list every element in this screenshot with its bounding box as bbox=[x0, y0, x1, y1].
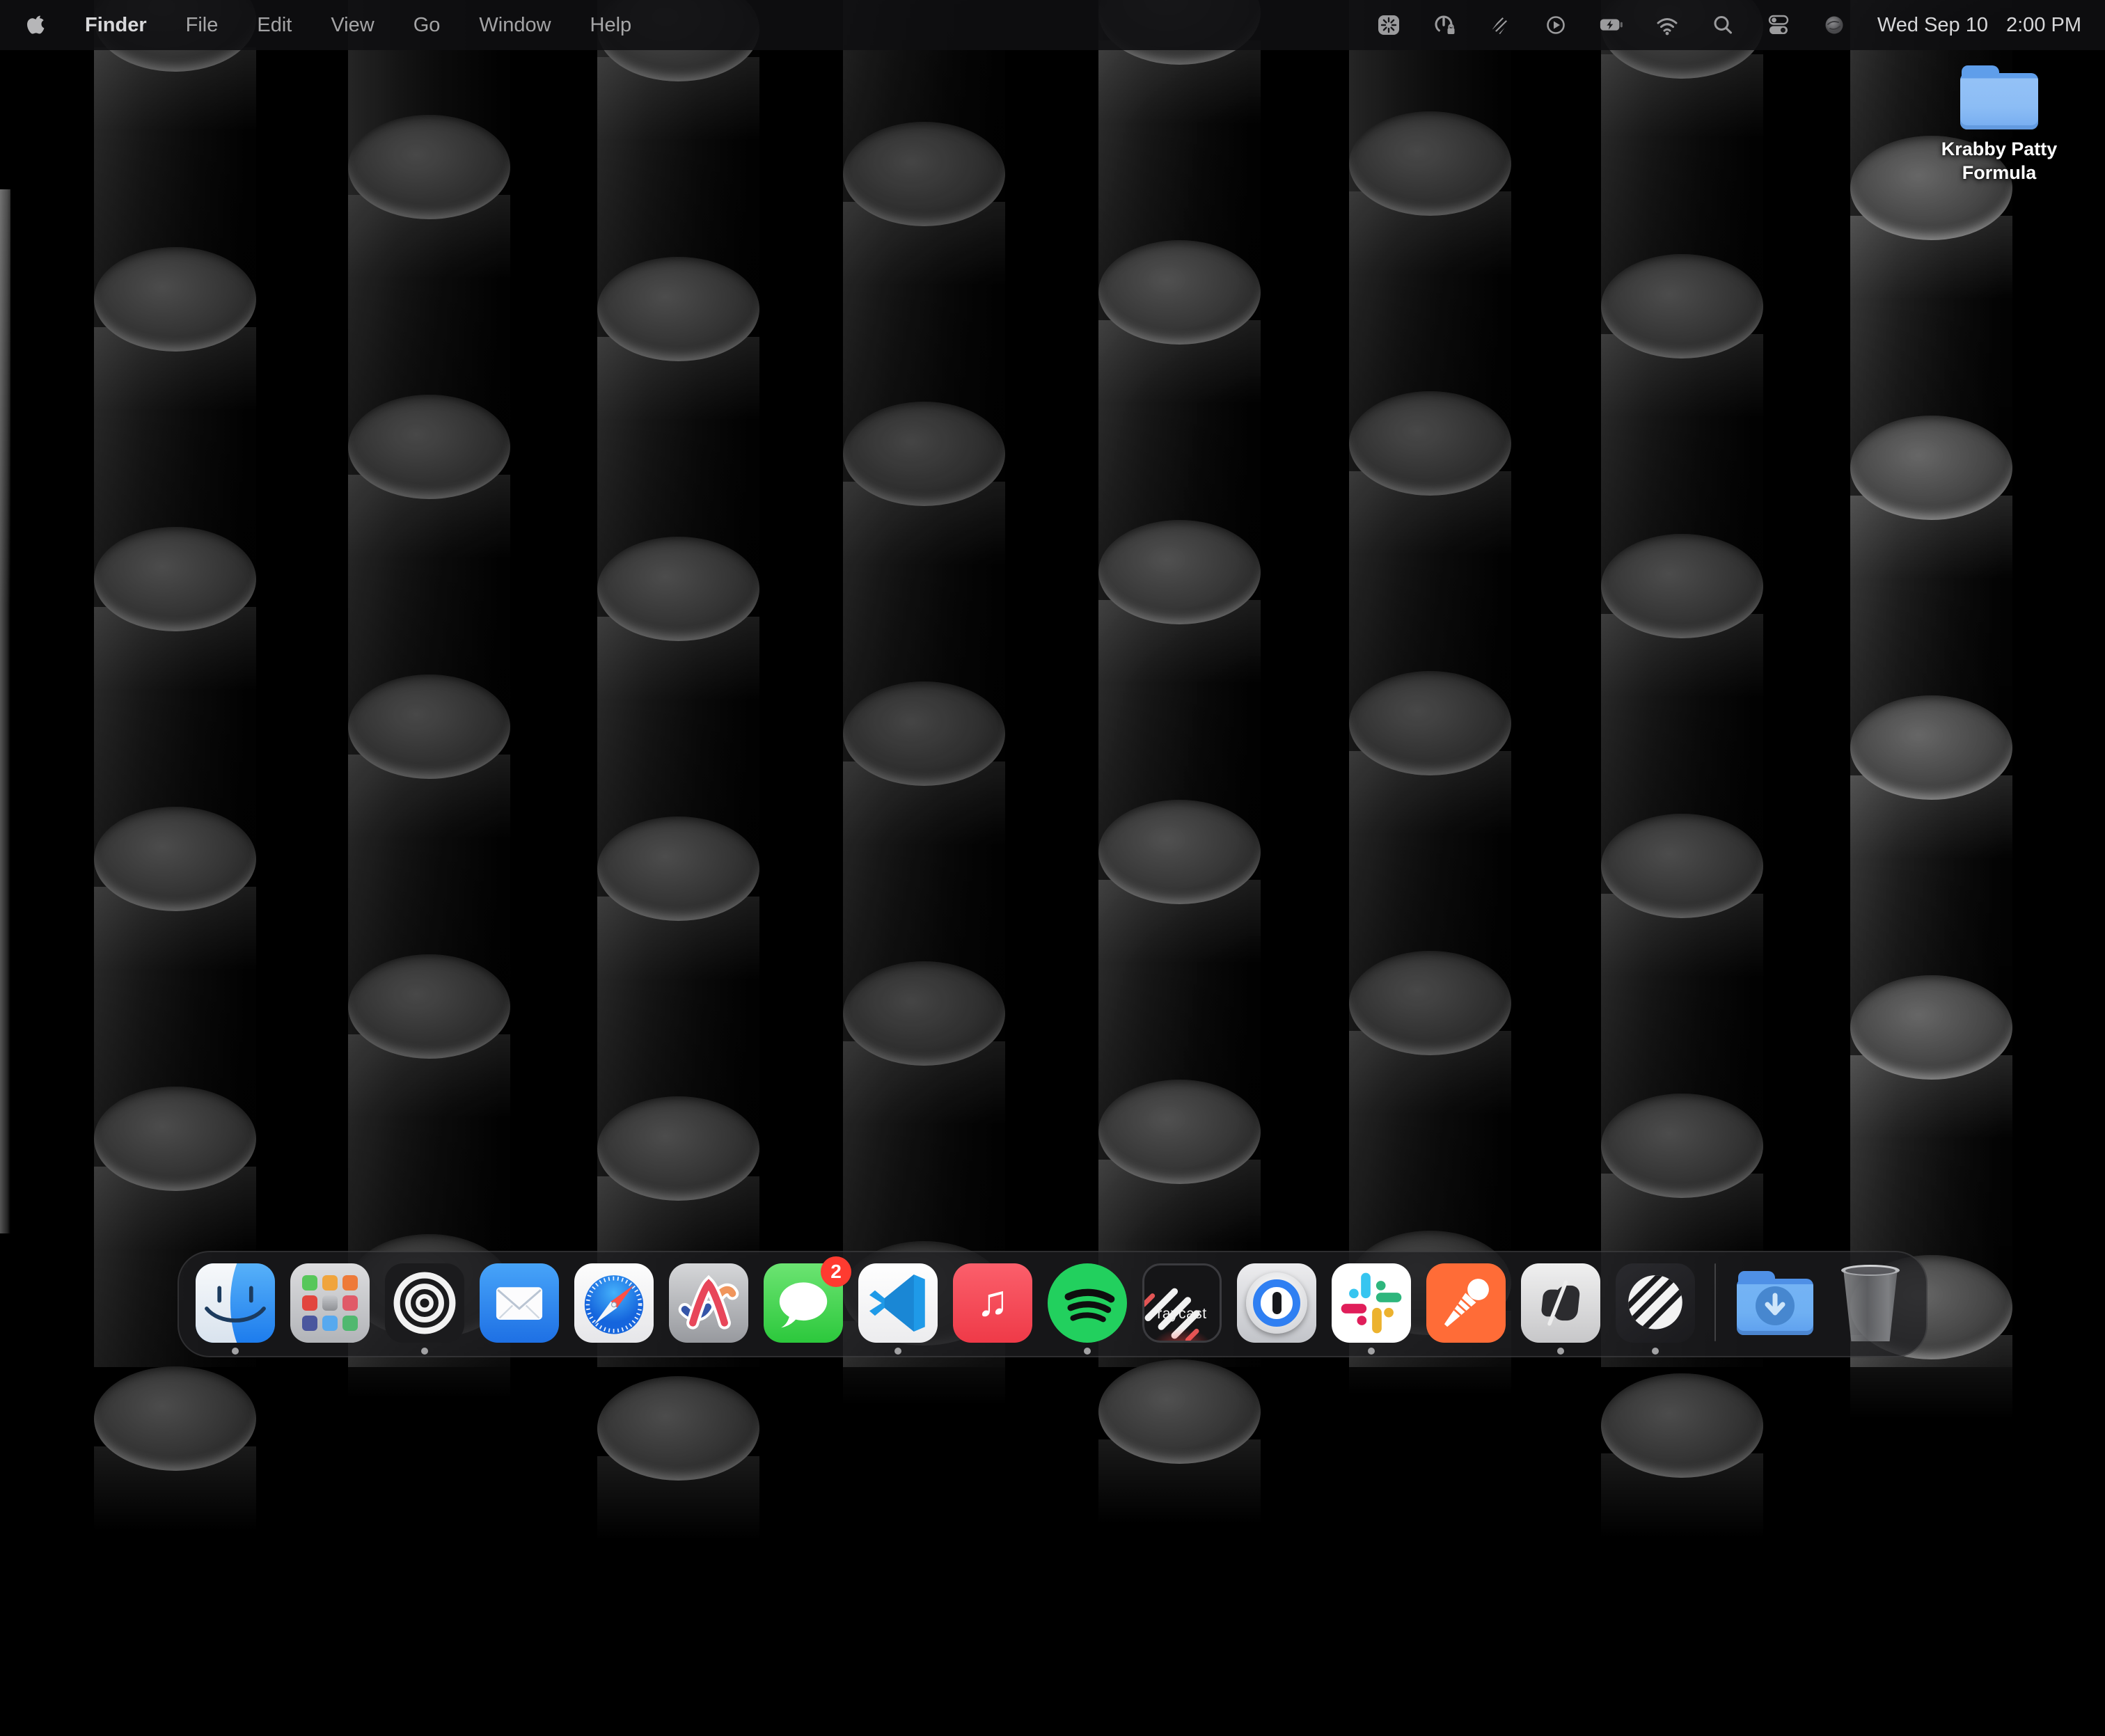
onepassword-icon bbox=[1237, 1263, 1316, 1343]
menu-go[interactable]: Go bbox=[413, 14, 441, 37]
dock-item-postman[interactable] bbox=[1426, 1263, 1506, 1355]
dock-item-slack[interactable] bbox=[1332, 1263, 1411, 1355]
running-indicator bbox=[1368, 1348, 1375, 1355]
dock-item-mail[interactable] bbox=[480, 1263, 559, 1355]
dock-item-launchpad[interactable] bbox=[290, 1263, 370, 1355]
dock-item-apple-music[interactable]: ♫ bbox=[953, 1263, 1032, 1355]
slack-icon bbox=[1332, 1263, 1411, 1343]
battery-charging-icon[interactable] bbox=[1599, 13, 1624, 38]
dock: 2 ♫ bbox=[178, 1251, 1927, 1357]
running-indicator bbox=[1557, 1348, 1564, 1355]
siri-sphere-icon[interactable] bbox=[1822, 13, 1847, 38]
running-indicator bbox=[232, 1348, 239, 1355]
dock-item-raycast[interactable]: raycast bbox=[1142, 1263, 1222, 1355]
spotlight-search-icon[interactable] bbox=[1710, 13, 1735, 38]
dock-item-app-store[interactable] bbox=[669, 1263, 748, 1355]
dock-item-d-logo-app[interactable] bbox=[1521, 1263, 1600, 1355]
running-indicator bbox=[421, 1348, 428, 1355]
menu-view[interactable]: View bbox=[331, 14, 374, 37]
desktop-folder-krabby-patty[interactable]: Krabby Patty Formula bbox=[1913, 65, 2086, 185]
dock-item-linear[interactable] bbox=[1616, 1263, 1695, 1355]
dock-separator bbox=[1714, 1263, 1716, 1341]
launchpad-icon bbox=[290, 1263, 370, 1343]
running-indicator bbox=[894, 1348, 901, 1355]
messages-icon: 2 bbox=[764, 1263, 843, 1343]
linear-icon bbox=[1616, 1263, 1695, 1343]
keys-burst-icon[interactable] bbox=[1376, 13, 1401, 38]
dock-item-vscode[interactable] bbox=[858, 1263, 938, 1355]
dock-item-safari[interactable] bbox=[574, 1263, 654, 1355]
safari-icon bbox=[574, 1263, 654, 1343]
now-playing-icon[interactable] bbox=[1543, 13, 1568, 38]
dock-item-downloads[interactable] bbox=[1735, 1263, 1815, 1355]
running-indicator bbox=[1084, 1348, 1091, 1355]
raycast-label: raycast bbox=[1144, 1306, 1220, 1323]
lock-screen-icon[interactable] bbox=[1432, 13, 1457, 38]
postman-icon bbox=[1426, 1263, 1506, 1343]
wifi-icon[interactable] bbox=[1655, 13, 1680, 38]
control-center-icon[interactable] bbox=[1766, 13, 1791, 38]
dock-item-1password[interactable] bbox=[1237, 1263, 1316, 1355]
dock-item-trash[interactable] bbox=[1830, 1263, 1909, 1355]
apple-music-icon: ♫ bbox=[953, 1263, 1032, 1343]
desktop-folder-label: Krabby Patty Formula bbox=[1941, 138, 2058, 185]
dock-item-messages[interactable]: 2 bbox=[764, 1263, 843, 1355]
dock-item-finder[interactable] bbox=[196, 1263, 275, 1355]
menu-help[interactable]: Help bbox=[590, 14, 632, 37]
trash-icon bbox=[1830, 1263, 1909, 1343]
d-logo-icon bbox=[1521, 1263, 1600, 1343]
menu-file[interactable]: File bbox=[186, 14, 219, 37]
dock-item-spotify[interactable] bbox=[1048, 1263, 1127, 1355]
clock-date: Wed Sep 10 bbox=[1877, 14, 1988, 37]
hatched-flag-icon[interactable] bbox=[1488, 13, 1513, 38]
app-store-icon bbox=[669, 1263, 748, 1343]
mail-icon bbox=[480, 1263, 559, 1343]
dock-item-concentric-circles-app[interactable] bbox=[385, 1263, 464, 1355]
clock-time: 2:00 PM bbox=[2006, 14, 2081, 37]
app-menu-finder[interactable]: Finder bbox=[85, 14, 147, 37]
spotify-icon bbox=[1048, 1263, 1127, 1343]
desktop-wallpaper bbox=[0, 0, 2105, 1367]
concentric-circles-icon bbox=[385, 1263, 464, 1343]
raycast-icon: raycast bbox=[1142, 1263, 1222, 1343]
finder-icon bbox=[196, 1263, 275, 1343]
vscode-icon bbox=[858, 1263, 938, 1343]
menu-bar: Finder File Edit View Go Window Help bbox=[0, 0, 2105, 50]
messages-badge: 2 bbox=[821, 1256, 851, 1287]
menu-window[interactable]: Window bbox=[479, 14, 551, 37]
wallpaper-edge-highlight bbox=[0, 189, 10, 1233]
menu-edit[interactable]: Edit bbox=[257, 14, 292, 37]
music-note-glyph: ♫ bbox=[977, 1280, 1009, 1323]
menu-clock[interactable]: Wed Sep 10 2:00 PM bbox=[1877, 14, 2081, 37]
apple-menu-icon[interactable] bbox=[26, 14, 46, 36]
downloads-folder-icon bbox=[1735, 1263, 1815, 1343]
running-indicator bbox=[1652, 1348, 1659, 1355]
blue-folder-icon bbox=[1960, 65, 2038, 129]
